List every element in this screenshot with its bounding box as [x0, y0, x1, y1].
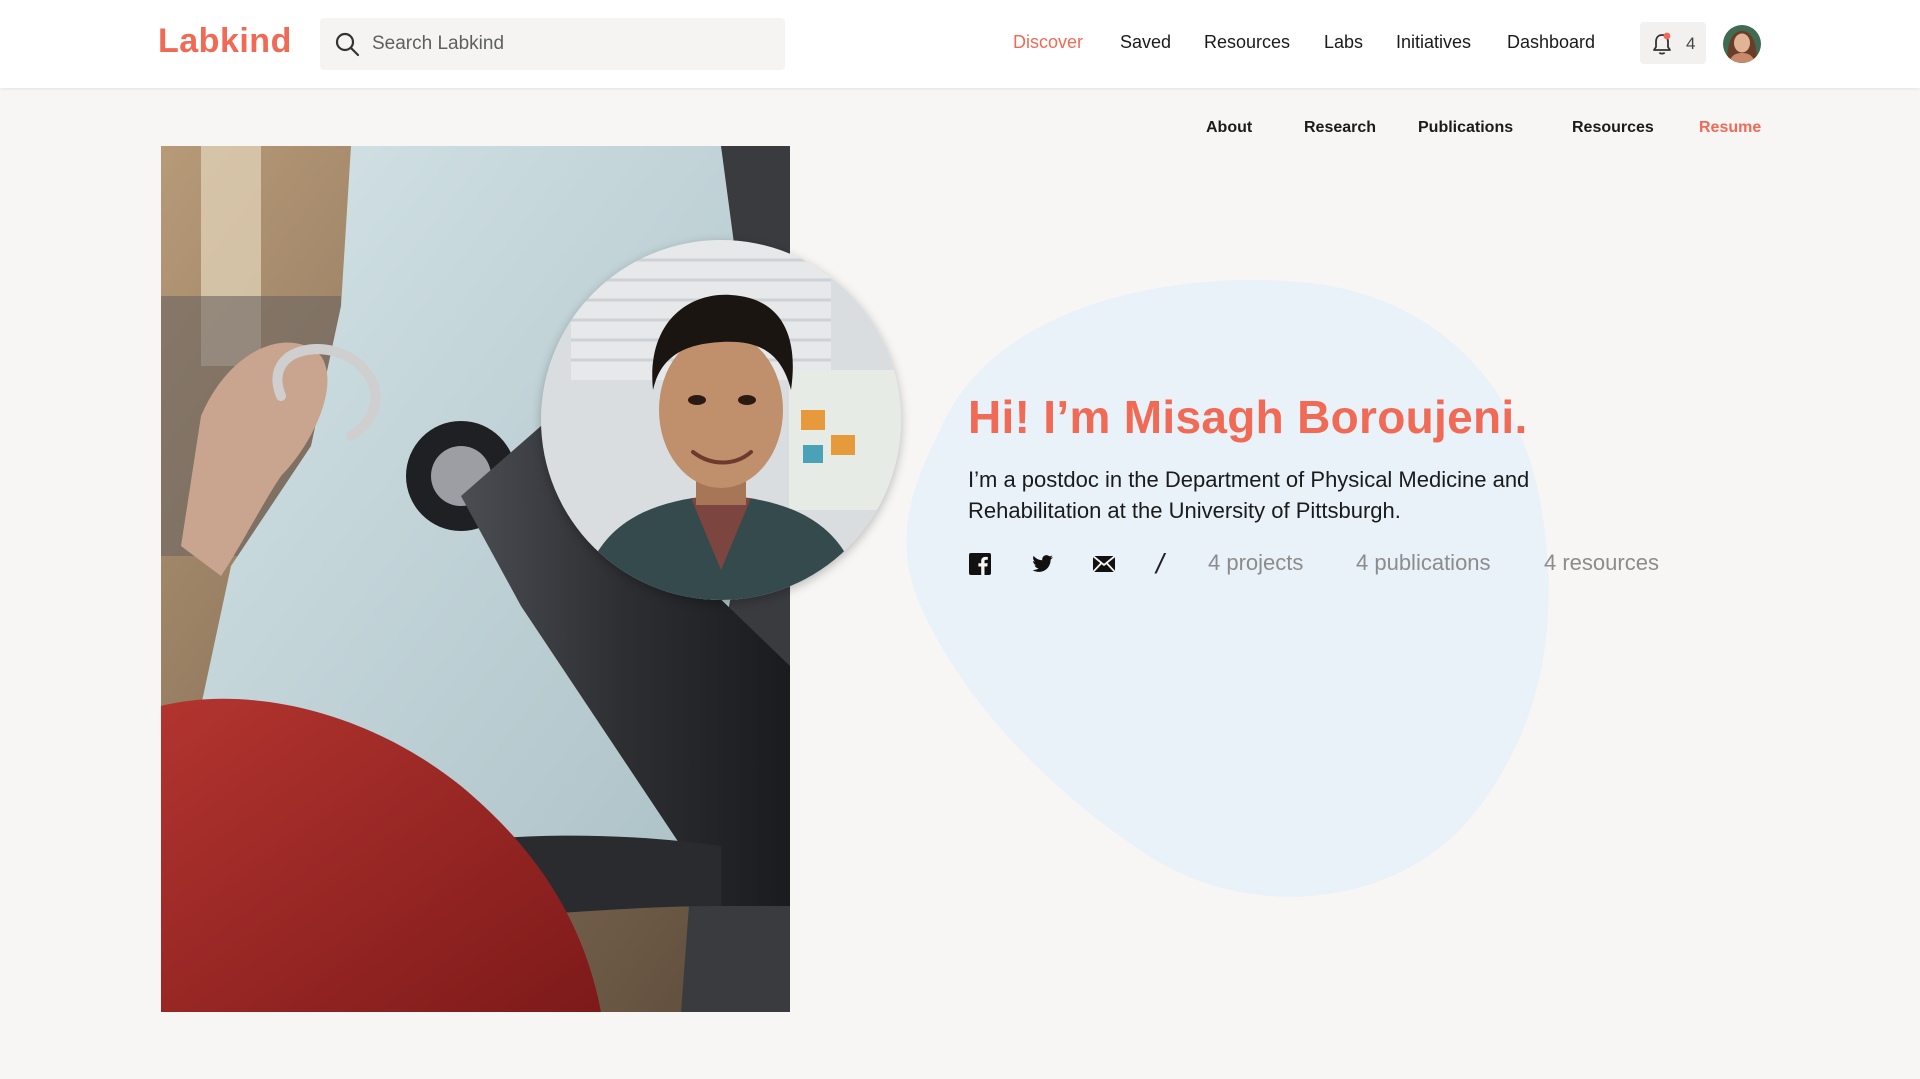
top-navigation-bar: Labkind Discover Saved Resources Labs In…	[0, 0, 1920, 88]
profile-bio: I’m a postdoc in the Department of Physi…	[968, 467, 1530, 523]
profile-tab-publications[interactable]: Publications	[1418, 119, 1513, 137]
nav-discover[interactable]: Discover	[1013, 32, 1083, 53]
profile-tab-resources[interactable]: Resources	[1572, 119, 1654, 137]
twitter-icon[interactable]	[1030, 552, 1054, 576]
meta-separator: /	[1156, 548, 1164, 579]
profile-intro: Hi! I’m Misagh Boroujeni. I’m a postdoc …	[968, 390, 1708, 582]
profile-tab-resume[interactable]: Resume	[1699, 119, 1761, 137]
nav-saved[interactable]: Saved	[1120, 32, 1171, 53]
profile-tab-research[interactable]: Research	[1304, 119, 1376, 137]
profile-meta: / 4 projects 4 publications 4 resources	[968, 548, 1708, 582]
portrait-image	[541, 240, 901, 600]
resources-count[interactable]: 4 resources	[1544, 550, 1659, 576]
nav-initiatives[interactable]: Initiatives	[1396, 32, 1471, 53]
notification-count: 4	[1686, 34, 1696, 53]
nav-dashboard[interactable]: Dashboard	[1507, 32, 1595, 53]
user-avatar[interactable]	[1723, 25, 1761, 63]
background-blob	[906, 279, 1549, 897]
publications-count[interactable]: 4 publications	[1356, 550, 1491, 576]
main-nav: Discover Saved Resources Labs Initiative…	[0, 32, 1920, 56]
avatar-image	[1723, 25, 1761, 63]
profile-nav: About Research Publications Resources Re…	[0, 119, 1920, 141]
mail-icon[interactable]	[1092, 552, 1116, 576]
projects-count[interactable]: 4 projects	[1208, 550, 1303, 576]
profile-tab-about[interactable]: About	[1206, 119, 1252, 137]
notifications-button[interactable]: 4	[1640, 22, 1706, 64]
bell-icon	[1653, 32, 1671, 55]
profile-heading: Hi! I’m Misagh Boroujeni.	[968, 391, 1528, 443]
nav-labs[interactable]: Labs	[1324, 32, 1363, 53]
profile-portrait	[541, 240, 901, 600]
nav-resources[interactable]: Resources	[1204, 32, 1290, 53]
facebook-icon[interactable]	[968, 552, 992, 576]
